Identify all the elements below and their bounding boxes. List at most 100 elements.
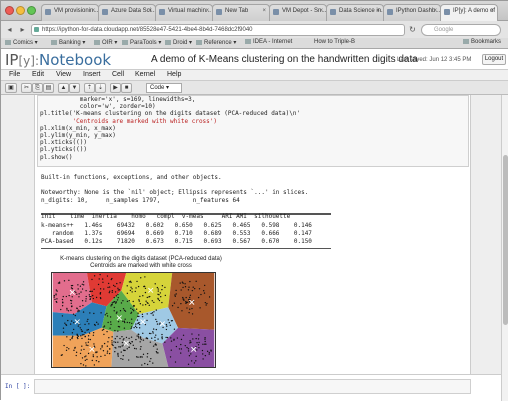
- close-tab-icon[interactable]: ×: [205, 8, 209, 14]
- bookmark-paratools[interactable]: ParaTools ▾: [122, 39, 161, 46]
- tab-label: New Tab: [225, 8, 249, 14]
- data-point: [122, 358, 124, 361]
- data-point: [146, 356, 148, 358]
- menu-insert[interactable]: Insert: [83, 71, 101, 78]
- browser-tab[interactable]: VM Depot - Sn... ×: [269, 4, 327, 21]
- data-point: [81, 357, 84, 359]
- scrollbar[interactable]: [501, 95, 508, 401]
- code-cell[interactable]: marker='x', s=169, linewidths=3, color='…: [37, 95, 469, 167]
- data-point: [101, 329, 104, 331]
- browser-tab[interactable]: Azure Data Sci... ×: [98, 4, 156, 21]
- scrollbar-thumb[interactable]: [503, 155, 508, 325]
- menu-cell[interactable]: Cell: [112, 71, 124, 78]
- back-arrow-icon[interactable]: ◂: [3, 24, 16, 35]
- cut-icon[interactable]: ✂: [21, 83, 32, 93]
- menu-help[interactable]: Help: [167, 71, 181, 78]
- data-point: [170, 349, 172, 351]
- data-point: [202, 358, 204, 360]
- favicon-icon: [159, 9, 165, 15]
- data-point: [109, 327, 111, 329]
- menu-file[interactable]: File: [9, 71, 20, 78]
- close-tab-icon[interactable]: ×: [319, 8, 323, 14]
- ipython-logo[interactable]: IP[y]:Notebook: [5, 51, 111, 69]
- insert-below-icon[interactable]: ⇣: [95, 83, 106, 93]
- data-point: [171, 320, 173, 322]
- data-point: [128, 300, 130, 302]
- close-tab-icon[interactable]: ×: [376, 8, 380, 14]
- close-tab-icon[interactable]: ×: [262, 8, 266, 14]
- data-point: [146, 352, 149, 355]
- centroid-cross-icon: ✕: [159, 320, 166, 330]
- bookmark-oir[interactable]: OIR ▾: [94, 39, 117, 46]
- move-down-icon[interactable]: ▼: [69, 83, 80, 93]
- cell-type-select[interactable]: Code ▾: [146, 83, 182, 93]
- browser-tab[interactable]: New Tab ×: [212, 4, 270, 21]
- data-point: [83, 348, 85, 351]
- close-tab-icon[interactable]: ×: [433, 8, 437, 14]
- data-point: [70, 320, 73, 322]
- menu-edit[interactable]: Edit: [32, 71, 44, 78]
- favicon-icon: [45, 9, 51, 15]
- bookmark-reference[interactable]: Reference ▾: [196, 39, 236, 46]
- interrupt-icon[interactable]: ■: [121, 83, 132, 93]
- paste-icon[interactable]: ▤: [43, 83, 54, 93]
- close-tab-icon[interactable]: ×: [490, 8, 494, 14]
- menu-kernel[interactable]: Kernel: [135, 71, 155, 78]
- run-cell-icon[interactable]: ▶: [110, 83, 121, 93]
- data-point: [123, 327, 126, 329]
- data-point: [124, 349, 126, 352]
- reload-icon[interactable]: ↻: [406, 24, 419, 35]
- data-point: [118, 346, 120, 348]
- data-point: [135, 348, 137, 350]
- data-point: [170, 340, 173, 342]
- browser-tab[interactable]: VM provisionin... ×: [41, 4, 99, 21]
- data-point: [69, 339, 71, 341]
- data-point: [99, 296, 102, 299]
- bookmarks-menu[interactable]: Bookmarks: [463, 39, 501, 45]
- data-point: [144, 303, 147, 306]
- bookmarks-bar: Comics ▾ Banking ▾ OIR ▾ ParaTools ▾ Dro…: [1, 38, 508, 49]
- data-point: [70, 305, 73, 307]
- centroid-cross-icon: ✕: [188, 298, 195, 308]
- data-point: [184, 286, 187, 288]
- move-up-icon[interactable]: ▲: [58, 83, 69, 93]
- bookmark-triple-b[interactable]: How to Triple-B: [314, 39, 355, 45]
- url-field[interactable]: https://ipython-for-data.cloudapp.net/85…: [31, 24, 405, 36]
- insert-above-icon[interactable]: ⇡: [84, 83, 95, 93]
- bookmark-comics[interactable]: Comics ▾: [5, 39, 38, 46]
- logout-button[interactable]: Logout: [482, 54, 506, 65]
- data-point: [82, 281, 85, 283]
- copy-icon[interactable]: ⎘: [32, 83, 43, 93]
- browser-tab[interactable]: Data Science in... ×: [326, 4, 384, 21]
- save-icon[interactable]: ▣: [5, 83, 17, 93]
- browser-tab[interactable]: IPython Dashb... ×: [383, 4, 441, 21]
- minimize-window-button[interactable]: [16, 6, 25, 15]
- bookmark-banking[interactable]: Banking ▾: [51, 39, 85, 46]
- input-cell-editor[interactable]: [34, 379, 471, 394]
- close-tab-icon[interactable]: ×: [148, 8, 152, 14]
- data-point: [95, 321, 98, 324]
- zoom-window-button[interactable]: [27, 6, 36, 15]
- data-point: [155, 318, 157, 321]
- menu-view[interactable]: View: [56, 71, 71, 78]
- data-point: [84, 356, 86, 358]
- data-point: [64, 322, 66, 324]
- data-point: [109, 316, 112, 318]
- bookmark-droid[interactable]: Droid ▾: [165, 39, 192, 46]
- data-point: [93, 312, 95, 315]
- data-point: [134, 290, 136, 293]
- data-point: [156, 286, 159, 289]
- browser-tab[interactable]: IP[y]: A demo of K...×: [440, 4, 498, 21]
- browser-tab[interactable]: Virtual machin... ×: [155, 4, 213, 21]
- data-point: [80, 335, 82, 337]
- notebook-title[interactable]: A demo of K-Means clustering on the hand…: [151, 54, 418, 65]
- bookmark-idea[interactable]: IDEA - Internet: [245, 39, 292, 45]
- forward-arrow-icon[interactable]: ▸: [16, 24, 29, 35]
- close-tab-icon[interactable]: ×: [91, 8, 95, 14]
- close-window-button[interactable]: [5, 6, 14, 15]
- search-field[interactable]: Google: [421, 24, 501, 36]
- data-point: [111, 289, 114, 292]
- data-point: [196, 342, 198, 344]
- data-point: [103, 333, 105, 336]
- data-point: [114, 285, 116, 288]
